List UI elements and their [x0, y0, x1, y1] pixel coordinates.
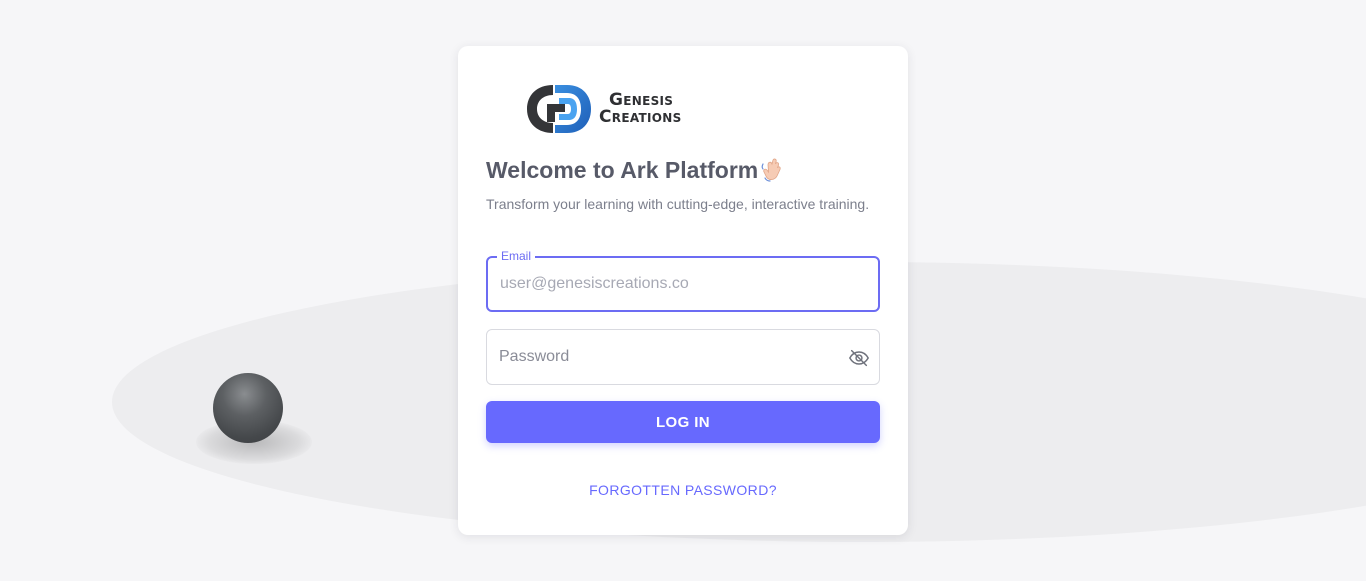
page-title-text: Welcome to Ark Platform	[486, 157, 759, 183]
waving-hand-icon	[761, 158, 781, 182]
page-subtitle: Transform your learning with cutting-edg…	[486, 196, 870, 212]
brand-wordmark: Genesis Creations	[599, 92, 682, 126]
forgot-password-link[interactable]: FORGOTTEN PASSWORD?	[458, 482, 908, 498]
brand-logo: Genesis Creations	[525, 82, 705, 136]
password-field[interactable]	[486, 329, 880, 385]
login-button[interactable]: LOG IN	[486, 401, 880, 443]
login-page: Genesis Creations Welcome to Ark Platfor…	[0, 0, 1366, 581]
password-input[interactable]	[499, 330, 839, 384]
eye-off-icon[interactable]	[848, 347, 870, 369]
decorative-sphere	[213, 373, 283, 443]
email-field[interactable]: Email	[486, 248, 880, 312]
login-card: Genesis Creations Welcome to Ark Platfor…	[458, 46, 908, 535]
email-input[interactable]	[500, 258, 840, 310]
genesis-creations-logo-icon	[527, 85, 591, 133]
page-title: Welcome to Ark Platform	[486, 156, 786, 184]
brand-name-line2: Creations	[599, 107, 682, 127]
